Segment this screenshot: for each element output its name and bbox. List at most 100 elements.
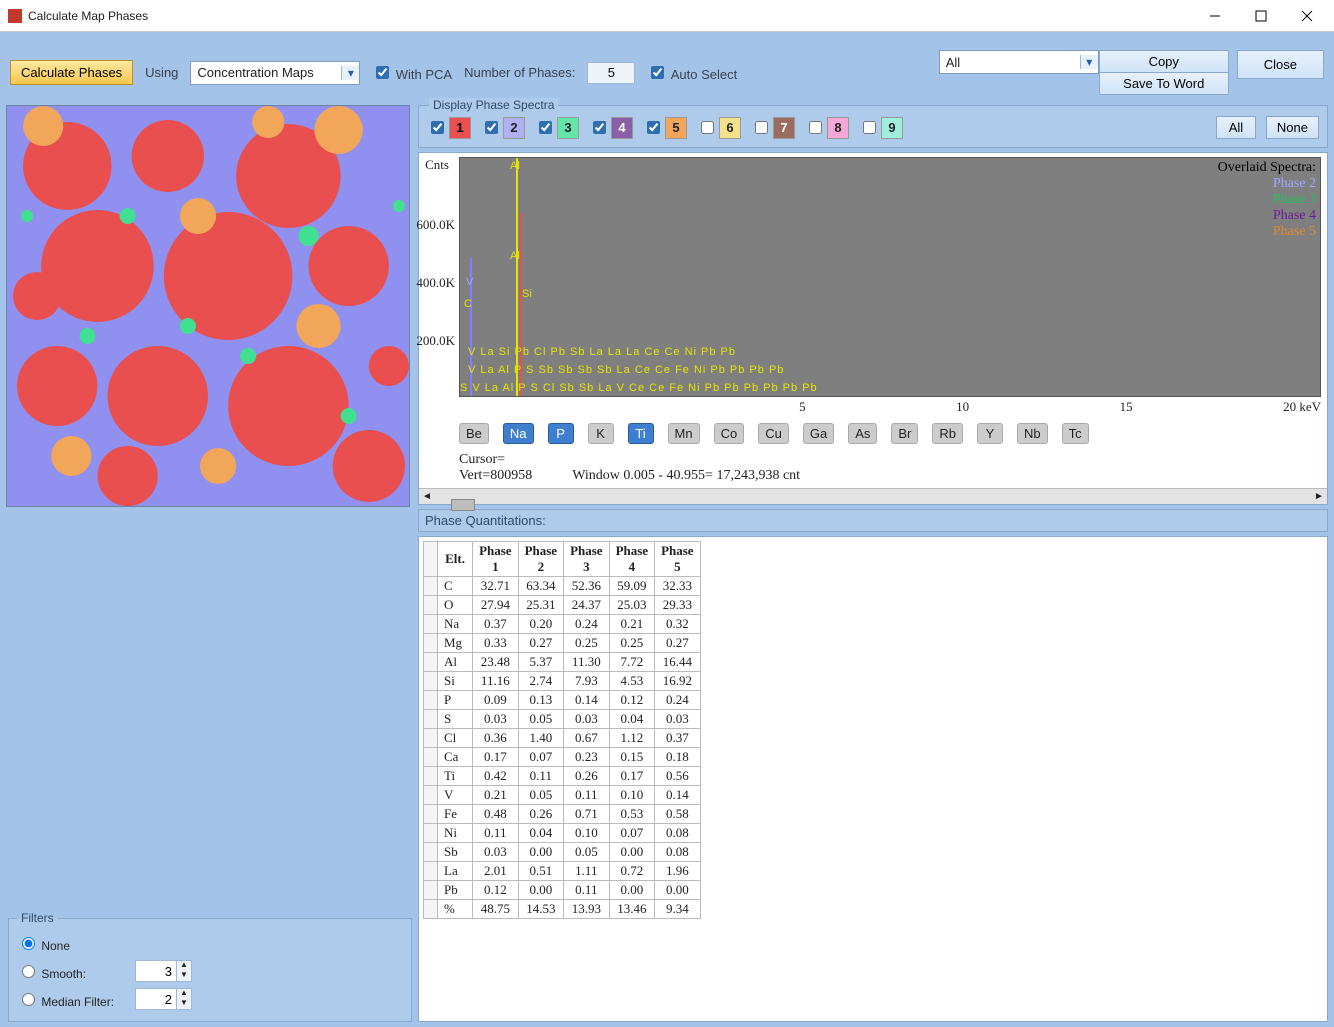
- spin-down-icon[interactable]: ▼: [177, 999, 191, 1009]
- element-row-2: V La Al P S Sb Sb Sb Sb La Ce Ce Fe Ni P…: [468, 364, 784, 376]
- display-phase-spectra-group: Display Phase Spectra 1 2 3 4 5 6 7 8 9A…: [418, 105, 1328, 148]
- filter-median-radio[interactable]: Median Filter:: [17, 990, 127, 1009]
- element-btn-ga[interactable]: Ga: [803, 423, 834, 444]
- filter-none-radio[interactable]: None: [17, 934, 70, 953]
- phase-toggle-9[interactable]: 9: [859, 117, 903, 139]
- peak-label-al: Al: [510, 160, 520, 172]
- phase-toggle-8[interactable]: 8: [805, 117, 849, 139]
- maximize-button[interactable]: [1238, 1, 1284, 31]
- phase-swatch-7: 7: [773, 117, 795, 139]
- table-row[interactable]: Ni0.110.040.100.070.08: [424, 824, 701, 843]
- phase-checkbox-2[interactable]: [485, 121, 498, 134]
- element-btn-k[interactable]: K: [588, 423, 614, 444]
- using-label: Using: [145, 65, 178, 80]
- table-row[interactable]: Pb0.120.000.110.000.00: [424, 881, 701, 900]
- phase-checkbox-9[interactable]: [863, 121, 876, 134]
- table-row[interactable]: Fe0.480.260.710.530.58: [424, 805, 701, 824]
- peak-label-al2: Al: [510, 250, 520, 262]
- table-row[interactable]: Na0.370.200.240.210.32: [424, 615, 701, 634]
- close-button[interactable]: Close: [1237, 50, 1324, 79]
- phase-checkbox-4[interactable]: [593, 121, 606, 134]
- vert-value: Vert=800958: [459, 468, 532, 484]
- phase-swatch-1: 1: [449, 117, 471, 139]
- element-btn-ti[interactable]: Ti: [628, 423, 654, 444]
- phase-checkbox-5[interactable]: [647, 121, 660, 134]
- spin-down-icon[interactable]: ▼: [177, 971, 191, 981]
- y-axis-title: Cnts: [425, 157, 449, 173]
- scroll-thumb[interactable]: [451, 499, 475, 511]
- smooth-spinner[interactable]: ▲▼: [135, 960, 192, 982]
- phase-toggle-1[interactable]: 1: [427, 117, 471, 139]
- with-pca-checkbox[interactable]: With PCA: [372, 63, 452, 82]
- table-row[interactable]: Sb0.030.000.050.000.08: [424, 843, 701, 862]
- window-title: Calculate Map Phases: [28, 9, 148, 23]
- table-row[interactable]: Mg0.330.270.250.250.27: [424, 634, 701, 653]
- phase-toggle-2[interactable]: 2: [481, 117, 525, 139]
- quant-col-phase-5: Phase5: [655, 542, 701, 577]
- phase-swatch-2: 2: [503, 117, 525, 139]
- titlebar: Calculate Map Phases: [0, 0, 1334, 32]
- phase-checkbox-3[interactable]: [539, 121, 552, 134]
- phase-checkbox-1[interactable]: [431, 121, 444, 134]
- toolbar: Calculate Phases Using Concentration Map…: [0, 32, 1334, 105]
- table-row[interactable]: Al23.485.3711.307.7216.44: [424, 653, 701, 672]
- phase-toggle-3[interactable]: 3: [535, 117, 579, 139]
- table-row[interactable]: %48.7514.5313.9313.469.34: [424, 900, 701, 919]
- element-btn-br[interactable]: Br: [891, 423, 918, 444]
- phase-checkbox-8[interactable]: [809, 121, 822, 134]
- median-spinner[interactable]: ▲▼: [135, 988, 192, 1010]
- phase-swatch-8: 8: [827, 117, 849, 139]
- element-btn-co[interactable]: Co: [714, 423, 745, 444]
- phase-checkbox-7[interactable]: [755, 121, 768, 134]
- element-btn-be[interactable]: Be: [459, 423, 489, 444]
- table-row[interactable]: S0.030.050.030.040.03: [424, 710, 701, 729]
- element-btn-as[interactable]: As: [848, 423, 877, 444]
- phase-toggle-6[interactable]: 6: [697, 117, 741, 139]
- table-row[interactable]: Ca0.170.070.230.150.18: [424, 748, 701, 767]
- quant-table-wrap[interactable]: Elt.Phase1Phase2Phase3Phase4Phase5C32.71…: [418, 536, 1328, 1022]
- save-to-word-button[interactable]: Save To Word: [1099, 72, 1229, 95]
- table-row[interactable]: Si11.162.747.934.5316.92: [424, 672, 701, 691]
- calculate-phases-button[interactable]: Calculate Phases: [10, 60, 133, 85]
- results-combo[interactable]: All ▾: [939, 50, 1099, 74]
- spectrum-h-scrollbar[interactable]: ◄ ►: [419, 488, 1327, 504]
- scroll-right-icon[interactable]: ►: [1311, 491, 1327, 502]
- table-row[interactable]: V0.210.050.110.100.14: [424, 786, 701, 805]
- minimize-button[interactable]: [1192, 1, 1238, 31]
- phase-swatch-3: 3: [557, 117, 579, 139]
- auto-select-checkbox[interactable]: Auto Select: [647, 63, 737, 82]
- element-btn-na[interactable]: Na: [503, 423, 534, 444]
- spectra-none-button[interactable]: None: [1266, 116, 1319, 139]
- element-btn-p[interactable]: P: [548, 423, 574, 444]
- table-row[interactable]: P0.090.130.140.120.24: [424, 691, 701, 710]
- table-row[interactable]: La2.010.511.110.721.96: [424, 862, 701, 881]
- close-window-button[interactable]: [1284, 1, 1330, 31]
- window-value: Window 0.005 - 40.955= 17,243,938 cnt: [572, 468, 800, 484]
- spectra-all-button[interactable]: All: [1216, 116, 1256, 139]
- scroll-left-icon[interactable]: ◄: [419, 491, 435, 502]
- element-btn-nb[interactable]: Nb: [1017, 423, 1048, 444]
- element-row-3: S V La Al P S Cl Sb Sb La V Ce Ce Fe Ni …: [460, 382, 818, 394]
- table-row[interactable]: O27.9425.3124.3725.0329.33: [424, 596, 701, 615]
- element-quickbar: Be Na PK Ti Mn Co Cu Ga As Br Rb Y Nb Tc: [419, 417, 1327, 450]
- table-row[interactable]: Cl0.361.400.671.120.37: [424, 729, 701, 748]
- peak-label-si: Si: [522, 288, 532, 300]
- element-btn-mn[interactable]: Mn: [668, 423, 700, 444]
- phase-toggle-4[interactable]: 4: [589, 117, 633, 139]
- table-row[interactable]: Ti0.420.110.260.170.56: [424, 767, 701, 786]
- num-phases-input[interactable]: [587, 62, 635, 84]
- element-btn-rb[interactable]: Rb: [932, 423, 963, 444]
- element-btn-y[interactable]: Y: [977, 423, 1003, 444]
- element-btn-cu[interactable]: Cu: [758, 423, 789, 444]
- table-row[interactable]: C32.7163.3452.3659.0932.33: [424, 577, 701, 596]
- peak-label-v: V: [466, 276, 473, 288]
- copy-button[interactable]: Copy: [1099, 50, 1229, 72]
- phase-toggle-5[interactable]: 5: [643, 117, 687, 139]
- x-axis: 5 10 15 20 keV: [419, 397, 1327, 417]
- filter-smooth-radio[interactable]: Smooth:: [17, 962, 127, 981]
- phase-checkbox-6[interactable]: [701, 121, 714, 134]
- element-btn-tc[interactable]: Tc: [1062, 423, 1089, 444]
- using-combo[interactable]: Concentration Maps ▾: [190, 61, 360, 85]
- spectrum-plot[interactable]: Al Al Si V C V La Si Pb Cl Pb Sb La La L…: [459, 157, 1321, 397]
- phase-toggle-7[interactable]: 7: [751, 117, 795, 139]
